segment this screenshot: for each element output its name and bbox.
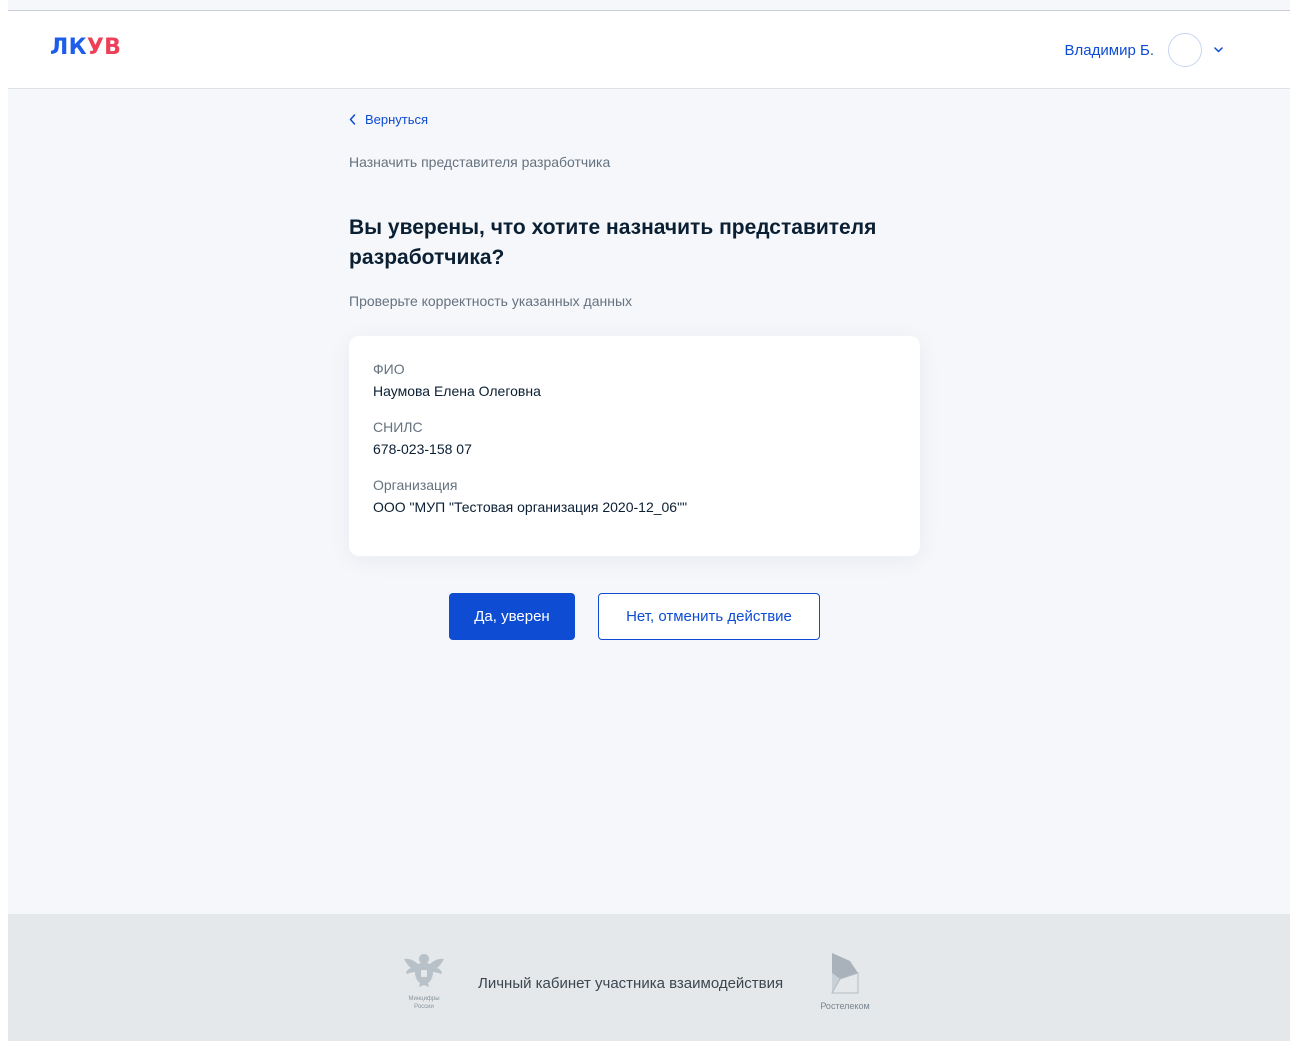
page-title: Вы уверены, что хотите назначить предста…	[349, 216, 877, 269]
rostelecom-logo: Ростелеком	[810, 951, 880, 1011]
field-value: 678-023-158 07	[373, 441, 472, 457]
ministry-emblem: Минцифры России	[398, 950, 450, 1011]
logo-part-2: УВ	[86, 35, 122, 60]
representative-card: ФИО Наумова Елена Олеговна СНИЛС 678-023…	[349, 336, 920, 556]
emblem-caption-2: России	[414, 1004, 434, 1010]
user-name[interactable]: Владимир Б.	[1065, 42, 1154, 59]
back-link[interactable]: Вернуться	[349, 112, 428, 127]
field-snils: СНИЛС 678-023-158 07	[373, 418, 896, 459]
check-hint: Проверьте корректность указанных данных	[349, 293, 633, 309]
field-value: Наумова Елена Олеговна	[373, 383, 541, 399]
page-subtitle: Назначить представителя разработчика	[349, 154, 611, 170]
user-menu[interactable]: Владимир Б.	[1065, 33, 1224, 67]
cancel-button[interactable]: Нет, отменить действие	[598, 593, 820, 640]
field-fio: ФИО Наумова Елена Олеговна	[373, 360, 896, 401]
footer-title: Личный кабинет участника взаимодействия	[478, 975, 784, 992]
coat-of-arms-icon	[402, 954, 446, 994]
emblem-caption-1: Минцифры	[408, 996, 440, 1002]
action-buttons: Да, уверен Нет, отменить действие	[449, 593, 820, 640]
field-organization: Организация ООО "МУП "Тестовая организац…	[373, 476, 896, 517]
app-header: ЛКУВ Владимир Б.	[8, 11, 1290, 89]
field-label: ФИО	[373, 361, 405, 377]
confirm-button[interactable]: Да, уверен	[449, 593, 575, 640]
field-value: ООО "МУП "Тестовая организация 2020-12_0…	[373, 499, 688, 515]
chevron-down-icon[interactable]	[1212, 44, 1224, 56]
logo-part-1: ЛК	[50, 35, 87, 60]
app-footer: Минцифры России Личный кабинет участника…	[8, 914, 1290, 1041]
rostelecom-logo-icon	[830, 953, 860, 999]
page: ЛКУВ Владимир Б. Вернуться Назначить пре…	[8, 0, 1290, 1041]
chevron-left-icon	[349, 114, 359, 126]
field-label: Организация	[373, 477, 458, 493]
avatar[interactable]	[1168, 33, 1202, 67]
rostelecom-caption: Ростелеком	[820, 1001, 870, 1011]
back-link-label: Вернуться	[365, 112, 429, 127]
app-logo[interactable]: ЛКУВ	[50, 35, 121, 60]
field-label: СНИЛС	[373, 419, 423, 435]
